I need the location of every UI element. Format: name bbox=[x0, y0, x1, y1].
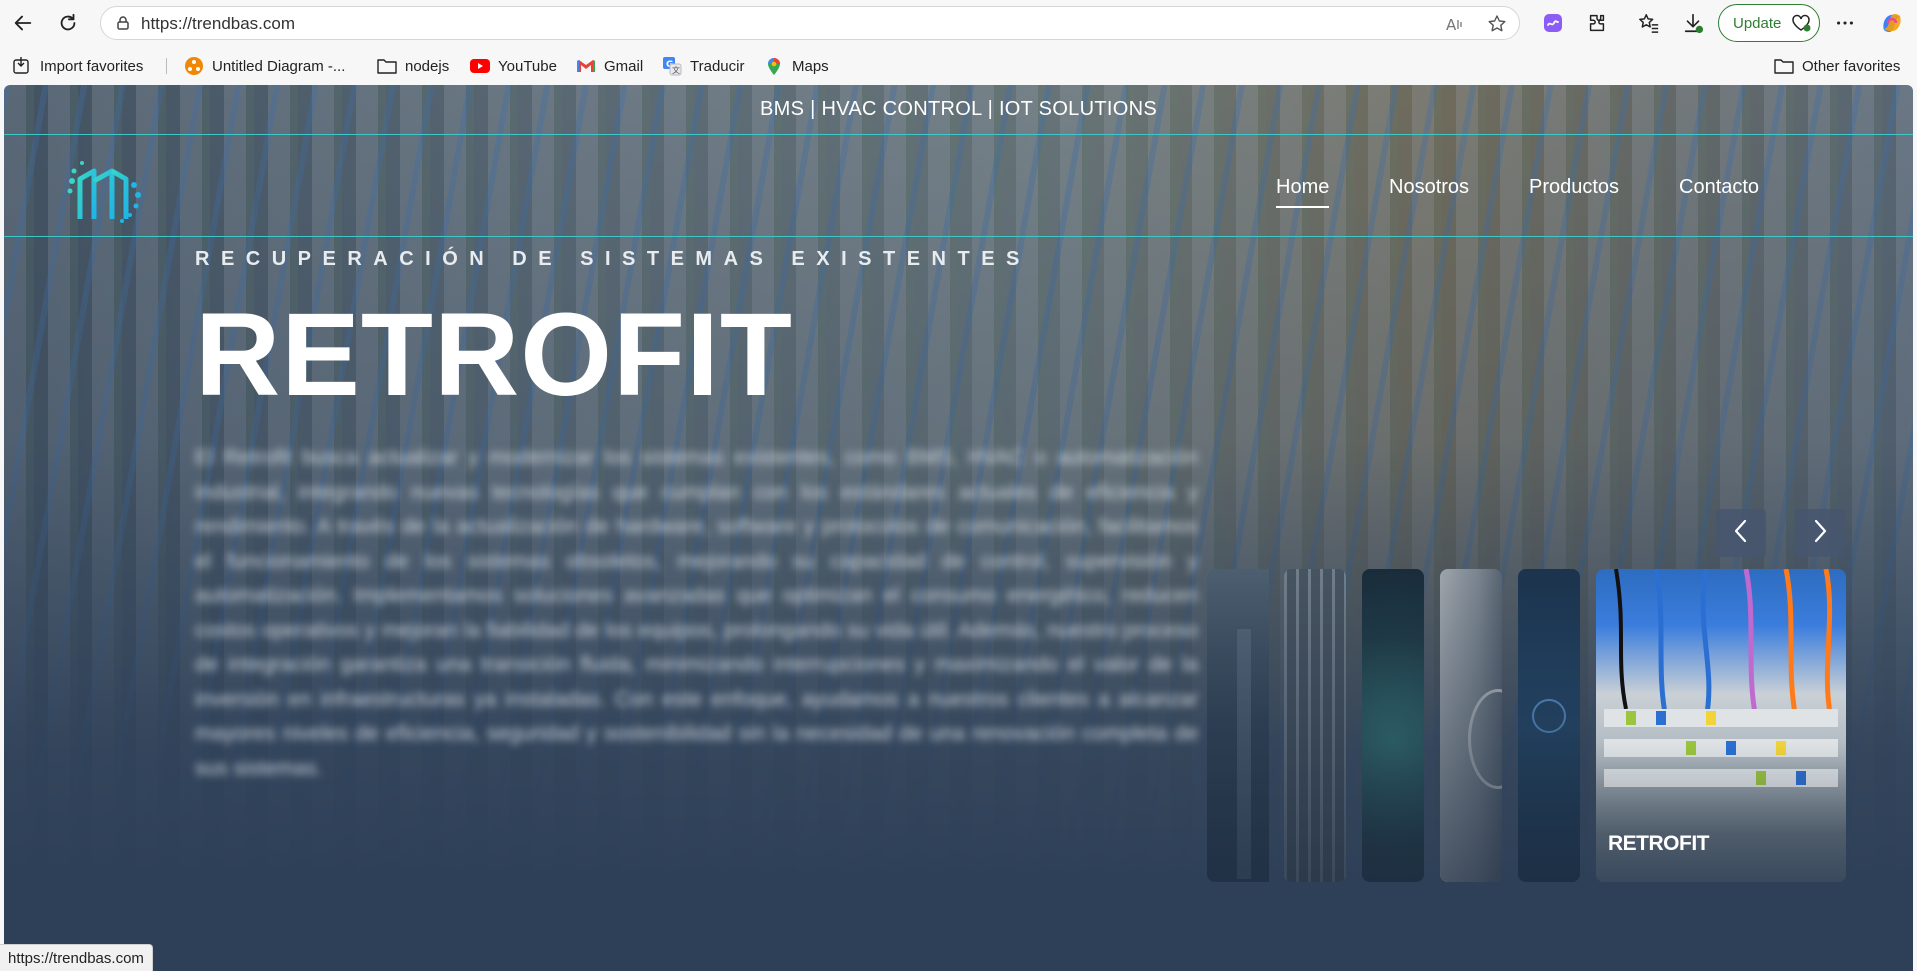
browser-toolbar: https://trendbas.com A Update bbox=[0, 0, 1917, 46]
nav-productos[interactable]: Productos bbox=[1529, 176, 1619, 199]
maps-icon bbox=[764, 56, 784, 76]
bookmark-youtube[interactable]: YouTube bbox=[470, 55, 557, 77]
page-viewport: BMS | HVAC CONTROL | IOT SOLUTIONS Home … bbox=[4, 85, 1913, 971]
hero-description: El Retrofit busca actualizar y moderniza… bbox=[195, 446, 1198, 780]
slider-next-button[interactable] bbox=[1795, 509, 1845, 557]
chevron-left-icon bbox=[1731, 518, 1751, 549]
nav-nosotros[interactable]: Nosotros bbox=[1389, 176, 1469, 199]
status-bar-url: https://trendbas.com bbox=[0, 944, 153, 971]
nav-contacto[interactable]: Contacto bbox=[1679, 176, 1759, 199]
nav-home[interactable]: Home bbox=[1276, 176, 1330, 208]
back-icon[interactable] bbox=[6, 6, 40, 40]
more-options-icon[interactable] bbox=[1828, 6, 1862, 40]
hero-kicker: RECUPERACIÓN DE SISTEMAS EXISTENTES bbox=[195, 248, 1031, 270]
bookmark-untitled-diagram[interactable]: Untitled Diagram -... bbox=[184, 55, 345, 77]
folder-icon bbox=[377, 56, 397, 76]
bookmark-maps[interactable]: Maps bbox=[764, 55, 829, 77]
address-bar[interactable]: https://trendbas.com A bbox=[100, 6, 1520, 40]
bookmark-import-favorites[interactable]: Import favorites bbox=[12, 55, 143, 77]
site-tagline-bar: BMS | HVAC CONTROL | IOT SOLUTIONS bbox=[4, 85, 1913, 135]
hero-title: RETROFIT bbox=[195, 289, 793, 421]
youtube-icon bbox=[470, 56, 490, 76]
site-tagline: BMS | HVAC CONTROL | IOT SOLUTIONS bbox=[760, 98, 1157, 120]
slide-thumb-datacenter[interactable] bbox=[1284, 569, 1346, 882]
copilot-extension-icon[interactable] bbox=[1536, 6, 1570, 40]
gmail-icon bbox=[576, 56, 596, 76]
slide-thumb-cloud-iot[interactable] bbox=[1518, 569, 1580, 882]
bookmark-nodejs[interactable]: nodejs bbox=[377, 55, 449, 77]
bookmark-gmail[interactable]: Gmail bbox=[576, 55, 643, 77]
heart-pulse-icon bbox=[1791, 14, 1811, 36]
bookmarks-bar: Import favorites Untitled Diagram -... n… bbox=[0, 46, 1917, 84]
svg-text:文: 文 bbox=[672, 65, 680, 75]
slide-thumb-circuit[interactable] bbox=[1362, 569, 1424, 882]
bookmarks-divider bbox=[166, 58, 167, 74]
site-info-icon[interactable] bbox=[115, 15, 131, 36]
reload-icon[interactable] bbox=[51, 6, 85, 40]
svg-text:A: A bbox=[1446, 16, 1457, 34]
slide-label: RETROFIT bbox=[1608, 832, 1710, 855]
update-button[interactable]: Update bbox=[1718, 4, 1820, 42]
trendbas-logo[interactable] bbox=[66, 151, 144, 227]
extensions-icon[interactable] bbox=[1580, 6, 1614, 40]
bookmark-traducir[interactable]: G文 Traducir bbox=[662, 55, 744, 77]
downloads-icon[interactable] bbox=[1676, 6, 1710, 40]
chevron-right-icon bbox=[1810, 518, 1830, 549]
copilot-icon[interactable] bbox=[1875, 6, 1909, 40]
slide-thumb-retrofit-active[interactable]: RETROFIT bbox=[1596, 569, 1846, 882]
slide-thumb-hvac[interactable] bbox=[1440, 569, 1502, 882]
favorites-icon[interactable] bbox=[1632, 6, 1666, 40]
folder-icon bbox=[1774, 56, 1794, 76]
url-text: https://trendbas.com bbox=[141, 14, 296, 33]
bookmark-other-favorites[interactable]: Other favorites bbox=[1774, 55, 1900, 77]
drawio-icon bbox=[184, 56, 204, 76]
translate-icon: G文 bbox=[662, 56, 682, 76]
slide-thumb-city[interactable] bbox=[1207, 569, 1269, 882]
site-navbar: Home Nosotros Productos Contacto bbox=[4, 136, 1913, 237]
read-aloud-icon[interactable]: A bbox=[1445, 14, 1465, 39]
slider-prev-button[interactable] bbox=[1716, 509, 1766, 557]
import-icon bbox=[12, 56, 32, 76]
favorite-star-icon[interactable] bbox=[1487, 14, 1507, 39]
update-label: Update bbox=[1733, 14, 1782, 32]
